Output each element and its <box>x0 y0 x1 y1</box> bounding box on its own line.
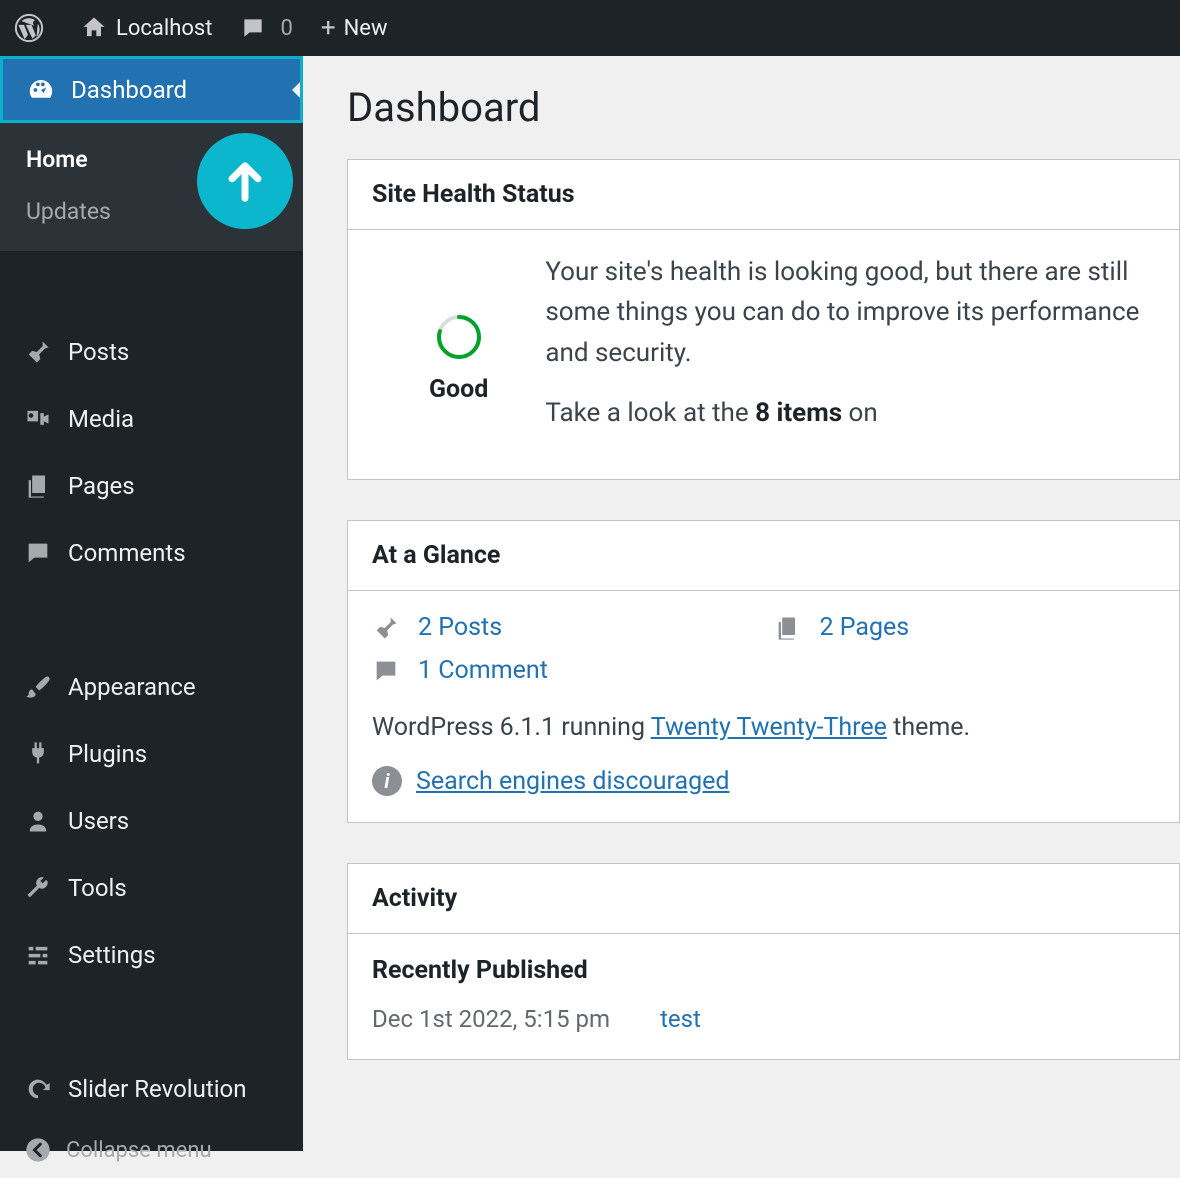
menu-separator <box>0 251 303 318</box>
site-health-gauge: Good <box>372 301 545 404</box>
menu-settings-label: Settings <box>68 941 156 969</box>
highlight-arrow-badge <box>197 133 293 229</box>
comments-icon <box>18 539 58 567</box>
menu-slider-revolution[interactable]: Slider Revolution <box>0 1055 303 1122</box>
menu-pages[interactable]: Pages <box>0 452 303 519</box>
wordpress-icon <box>14 13 44 43</box>
dashboard-submenu: Home Updates <box>0 123 303 251</box>
menu-dashboard-label: Dashboard <box>71 76 187 104</box>
wrench-icon <box>18 874 58 902</box>
user-icon <box>18 807 58 835</box>
wp-logo-menu[interactable] <box>0 0 66 56</box>
site-health-heading: Site Health Status <box>348 160 1179 230</box>
menu-posts[interactable]: Posts <box>0 318 303 385</box>
glance-pages-link[interactable]: 2 Pages <box>820 613 910 642</box>
menu-comments[interactable]: Comments <box>0 519 303 586</box>
media-icon <box>18 405 58 433</box>
menu-appearance-label: Appearance <box>68 673 196 701</box>
menu-media[interactable]: Media <box>0 385 303 452</box>
at-a-glance-heading: At a Glance <box>348 521 1179 591</box>
collapse-icon <box>18 1136 58 1164</box>
collapse-label: Collapse menu <box>66 1138 212 1163</box>
pin-icon <box>372 614 404 642</box>
version-line: WordPress 6.1.1 running Twenty Twenty-Th… <box>372 713 1155 742</box>
menu-users-label: Users <box>68 807 129 835</box>
menu-separator <box>0 586 303 653</box>
activity-item: Dec 1st 2022, 5:15 pm test <box>372 1005 1155 1033</box>
cycle-icon <box>18 1075 58 1103</box>
glance-pages[interactable]: 2 Pages <box>774 613 1156 642</box>
glance-comments-link[interactable]: 1 Comment <box>418 656 548 685</box>
activity-date: Dec 1st 2022, 5:15 pm <box>372 1005 610 1033</box>
menu-tools-label: Tools <box>68 874 127 902</box>
menu-pages-label: Pages <box>68 472 135 500</box>
glance-posts[interactable]: 2 Posts <box>372 613 754 642</box>
new-label: New <box>344 16 388 41</box>
comments-menu[interactable]: 0 <box>226 0 306 56</box>
seo-link[interactable]: Search engines discouraged <box>416 767 730 796</box>
activity-heading: Activity <box>348 864 1179 934</box>
menu-media-label: Media <box>68 405 134 433</box>
plus-icon: + <box>321 13 336 43</box>
menu-appearance[interactable]: Appearance <box>0 653 303 720</box>
menu-plugins-label: Plugins <box>68 740 147 768</box>
activity-link[interactable]: test <box>660 1005 701 1033</box>
glance-posts-link[interactable]: 2 Posts <box>418 613 502 642</box>
site-health-box: Site Health Status Good Your site's heal… <box>347 159 1180 480</box>
menu-tools[interactable]: Tools <box>0 854 303 921</box>
pages-icon <box>18 472 58 500</box>
site-name-menu[interactable]: Localhost <box>66 0 226 56</box>
comment-icon <box>372 657 404 685</box>
pages-icon <box>774 614 806 642</box>
page-title: Dashboard <box>347 84 1180 131</box>
menu-settings[interactable]: Settings <box>0 921 303 988</box>
brush-icon <box>18 673 58 701</box>
menu-slider-revolution-label: Slider Revolution <box>68 1075 246 1103</box>
menu-posts-label: Posts <box>68 338 129 366</box>
new-content-menu[interactable]: + New <box>307 0 402 56</box>
at-a-glance-box: At a Glance 2 Posts 2 Pages <box>347 520 1180 823</box>
plug-icon <box>18 740 58 768</box>
sliders-icon <box>18 941 58 969</box>
comments-count: 0 <box>280 16 292 41</box>
site-health-text2: Take a look at the 8 items on <box>545 393 1155 433</box>
glance-comments[interactable]: 1 Comment <box>372 656 754 685</box>
recently-published-heading: Recently Published <box>372 956 1155 985</box>
menu-separator <box>0 988 303 1055</box>
site-name-label: Localhost <box>116 16 212 41</box>
home-icon <box>80 14 108 42</box>
menu-dashboard[interactable]: Dashboard <box>0 56 303 123</box>
activity-box: Activity Recently Published Dec 1st 2022… <box>347 863 1180 1060</box>
collapse-menu[interactable]: Collapse menu <box>0 1122 303 1178</box>
menu-users[interactable]: Users <box>0 787 303 854</box>
theme-link[interactable]: Twenty Twenty-Three <box>651 713 887 742</box>
comment-icon <box>240 15 266 41</box>
info-icon: i <box>372 766 402 796</box>
menu-comments-label: Comments <box>68 539 186 567</box>
gauge-icon <box>21 75 61 105</box>
pin-icon <box>18 338 58 366</box>
site-health-text1: Your site's health is looking good, but … <box>545 252 1155 373</box>
site-health-status: Good <box>429 375 488 404</box>
admin-sidebar: Dashboard Home Updates Posts Media Pages <box>0 56 303 1151</box>
admin-topbar: Localhost 0 + New <box>0 0 1180 56</box>
main-content: Dashboard Site Health Status Good Your s… <box>303 56 1180 1151</box>
menu-plugins[interactable]: Plugins <box>0 720 303 787</box>
